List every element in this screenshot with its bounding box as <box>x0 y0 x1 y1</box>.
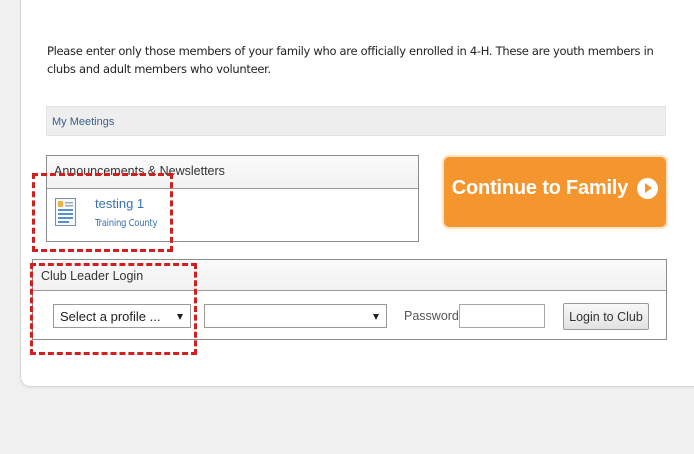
club-select[interactable] <box>204 304 387 328</box>
profile-select[interactable]: Select a profile ... <box>53 304 191 328</box>
newsletter-county: Training County <box>95 218 158 229</box>
announcements-header: Announcements & Newsletters <box>47 156 418 189</box>
intro-text: Please enter only those members of your … <box>47 44 654 76</box>
login-to-club-button[interactable]: Login to Club <box>563 303 649 330</box>
password-input[interactable] <box>459 304 545 328</box>
chevron-down-icon <box>177 314 183 320</box>
announcements-panel: Announcements & Newsletters testing 1 Tr… <box>46 155 419 242</box>
continue-to-family-button[interactable]: Continue to Family <box>444 157 666 227</box>
my-meetings-bar: My Meetings <box>46 106 666 136</box>
continue-to-family-label: Continue to Family <box>451 176 629 199</box>
my-meetings-link[interactable]: My Meetings <box>52 116 114 128</box>
profile-select-value: Select a profile ... <box>60 309 161 324</box>
newsletter-title-link[interactable]: testing 1 <box>95 196 144 211</box>
password-label: Password: <box>404 309 463 323</box>
club-leader-login-panel: Club Leader Login Select a profile ... P… <box>32 259 667 340</box>
circle-arrow-right-icon <box>637 177 659 199</box>
document-icon <box>55 198 76 226</box>
chevron-down-icon <box>373 314 379 320</box>
club-leader-login-header: Club Leader Login <box>33 260 666 291</box>
